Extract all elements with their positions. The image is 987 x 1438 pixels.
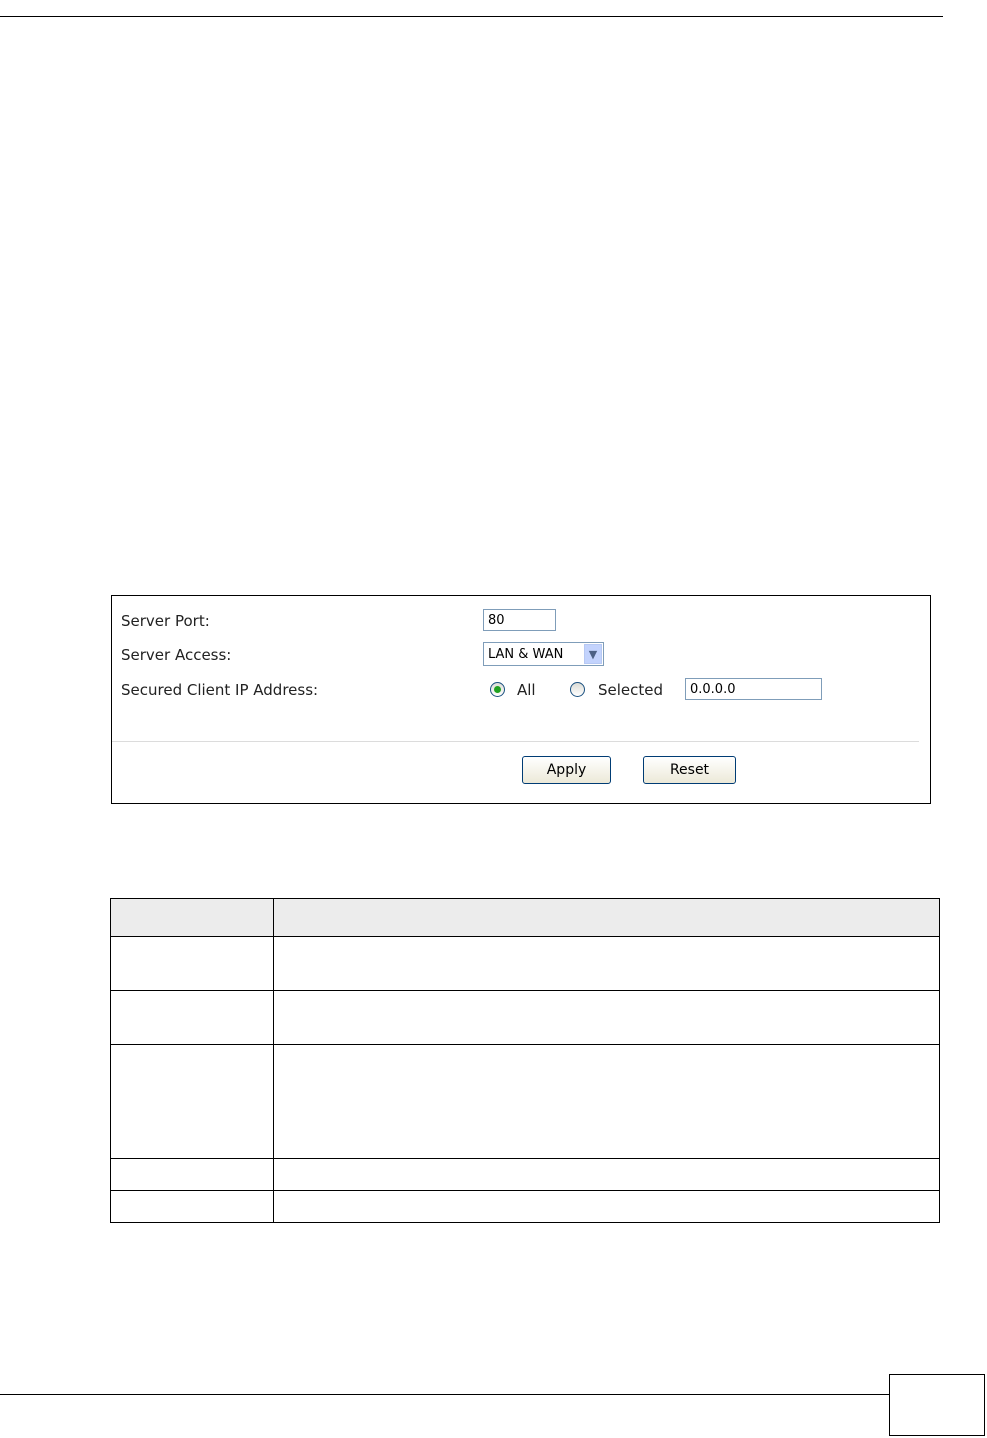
- server-access-select[interactable]: LAN & WAN ▼: [483, 642, 604, 666]
- reset-button[interactable]: Reset: [643, 756, 736, 784]
- radio-all[interactable]: [490, 682, 505, 697]
- radio-checked-dot: [494, 686, 501, 693]
- table-row: [110, 990, 940, 1045]
- chevron-down-icon[interactable]: ▼: [584, 644, 602, 664]
- table-header-cell: [273, 898, 940, 937]
- table-cell: [110, 990, 274, 1045]
- server-port-input[interactable]: [483, 609, 556, 631]
- table-cell: [110, 936, 274, 991]
- header-rule: [0, 16, 943, 17]
- table-cell: [273, 1044, 940, 1159]
- table-cell: [110, 1158, 274, 1191]
- table-row: [110, 1158, 940, 1191]
- footer-rule: [0, 1394, 890, 1395]
- table-header-cell: [110, 898, 274, 937]
- table-cell: [273, 936, 940, 991]
- server-access-value: LAN & WAN: [488, 646, 564, 662]
- field-description-table: [110, 898, 940, 1223]
- table-header-row: [110, 898, 940, 937]
- radio-selected[interactable]: [570, 682, 585, 697]
- table-cell: [110, 1190, 274, 1223]
- table-cell: [110, 1044, 274, 1159]
- page-number-box: [889, 1374, 985, 1436]
- server-access-label: Server Access:: [121, 646, 232, 664]
- server-port-label: Server Port:: [121, 612, 210, 630]
- table-cell: [273, 1158, 940, 1191]
- server-settings-panel: Server Port: Server Access: LAN & WAN ▼ …: [111, 595, 931, 804]
- table-row: [110, 936, 940, 991]
- secured-client-ip-label: Secured Client IP Address:: [121, 681, 319, 699]
- table-cell: [273, 990, 940, 1045]
- table-cell: [273, 1190, 940, 1223]
- table-row: [110, 1044, 940, 1159]
- radio-selected-label: Selected: [598, 681, 664, 699]
- secured-ip-input[interactable]: [685, 678, 822, 700]
- radio-all-label: All: [517, 681, 536, 699]
- table-row: [110, 1190, 940, 1223]
- panel-divider: [112, 741, 919, 742]
- apply-button[interactable]: Apply: [522, 756, 611, 784]
